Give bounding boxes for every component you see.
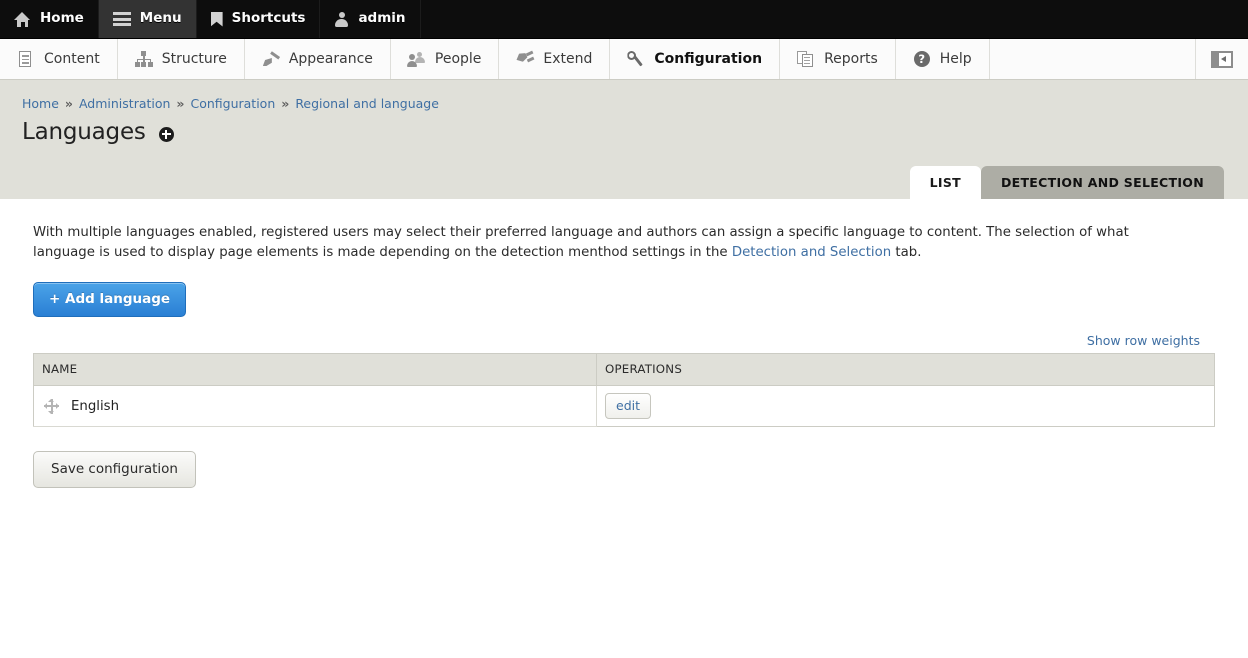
- toolbar-item-admin-label: admin: [358, 10, 406, 27]
- table-row: English edit: [33, 385, 1215, 427]
- toolbar-item-shortcuts[interactable]: Shortcuts: [197, 0, 321, 38]
- toolbar-item-menu[interactable]: Menu: [98, 0, 197, 38]
- page-title-row: Languages: [0, 119, 1248, 145]
- menu-item-help[interactable]: ? Help: [896, 39, 990, 79]
- page-title: Languages: [22, 119, 146, 146]
- table-header-row: NAME OPERATIONS: [33, 353, 1215, 386]
- breadcrumb-link-home[interactable]: Home: [22, 96, 59, 111]
- main-content: With multiple languages enabled, registe…: [0, 223, 1248, 488]
- languages-table-head: NAME OPERATIONS: [33, 353, 1215, 386]
- menu-item-configuration-label: Configuration: [654, 51, 763, 67]
- cell-name: English: [33, 385, 597, 427]
- menu-item-people-label: People: [434, 51, 482, 67]
- admin-toolbar: Home Menu Shortcuts admin: [0, 0, 1248, 39]
- breadcrumb: Home » Administration » Configuration » …: [0, 96, 1248, 112]
- breadcrumb-link-regional-and-language[interactable]: Regional and language: [295, 96, 439, 111]
- plus-circle-icon[interactable]: [158, 126, 174, 142]
- menu-item-configuration[interactable]: Configuration: [610, 39, 781, 79]
- save-configuration-button[interactable]: Save configuration: [33, 451, 196, 488]
- person-icon: [334, 11, 349, 27]
- name-cell-inner: English: [34, 398, 596, 414]
- menu-item-appearance[interactable]: Appearance: [245, 39, 391, 79]
- menu-item-reports[interactable]: Reports: [780, 39, 896, 79]
- hamburger-icon: [112, 12, 131, 26]
- menu-item-help-label: Help: [939, 51, 972, 67]
- show-row-weights-link[interactable]: Show row weights: [1087, 333, 1200, 348]
- breadcrumb-separator: »: [176, 96, 185, 111]
- document-icon: [17, 51, 35, 67]
- plug-icon: [516, 50, 535, 67]
- toolbar-item-menu-label: Menu: [139, 10, 182, 27]
- menu-item-reports-label: Reports: [824, 51, 878, 67]
- people-icon: [406, 51, 426, 67]
- operations-cell-inner: edit: [597, 393, 1214, 419]
- menu-item-structure-label: Structure: [161, 51, 227, 67]
- add-language-button[interactable]: + Add language: [33, 282, 187, 317]
- paintbrush-icon: [262, 51, 280, 67]
- tab-list[interactable]: LIST: [909, 165, 981, 199]
- menu-item-people[interactable]: People: [391, 39, 500, 79]
- menu-item-content-label: Content: [44, 51, 100, 67]
- question-circle-icon: ?: [913, 51, 931, 67]
- toolbar-orientation-toggle[interactable]: [1196, 39, 1248, 79]
- bookmark-icon: [210, 11, 223, 27]
- page-header-band: Home » Administration » Configuration » …: [0, 80, 1248, 199]
- home-icon: [14, 11, 31, 27]
- menu-item-structure[interactable]: Structure: [118, 39, 245, 79]
- intro-text: With multiple languages enabled, registe…: [33, 223, 1188, 263]
- drag-handle-icon[interactable]: [44, 398, 59, 414]
- toolbar-item-home[interactable]: Home: [0, 0, 99, 38]
- reports-icon: [797, 51, 815, 67]
- language-name: English: [71, 398, 120, 414]
- admin-menu-bar: Content Structure Appearance People Exte…: [0, 39, 1248, 80]
- primary-tabs: LIST DETECTION AND SELECTION: [909, 165, 1224, 199]
- menu-bar-spacer: [990, 39, 1196, 79]
- toolbar-item-home-label: Home: [40, 10, 84, 27]
- intro-text-part1: With multiple languages enabled, registe…: [33, 225, 1129, 260]
- menu-item-extend[interactable]: Extend: [499, 39, 611, 79]
- cell-operations: edit: [597, 386, 1215, 427]
- breadcrumb-separator: »: [281, 96, 290, 111]
- column-header-name: NAME: [33, 353, 597, 386]
- row-weights-toggle-wrap: Show row weights: [24, 330, 1224, 349]
- tab-list-label: LIST: [929, 174, 961, 190]
- menu-item-extend-label: Extend: [543, 51, 593, 67]
- breadcrumb-separator: »: [64, 96, 73, 111]
- intro-text-part2: tab.: [891, 245, 922, 260]
- menu-item-appearance-label: Appearance: [288, 51, 373, 67]
- detection-and-selection-link[interactable]: Detection and Selection: [732, 245, 891, 260]
- breadcrumb-link-configuration[interactable]: Configuration: [190, 96, 275, 111]
- edit-button[interactable]: edit: [605, 393, 651, 419]
- toolbar-orientation-toggle-icon: [1211, 50, 1233, 68]
- breadcrumb-link-administration[interactable]: Administration: [79, 96, 170, 111]
- menu-item-content[interactable]: Content: [0, 39, 118, 79]
- column-header-operations: OPERATIONS: [596, 353, 1215, 386]
- wrench-icon: [627, 51, 645, 67]
- toolbar-item-shortcuts-label: Shortcuts: [231, 10, 306, 27]
- languages-table: NAME OPERATIONS English edit: [33, 353, 1215, 427]
- languages-table-body: English edit: [33, 385, 1215, 427]
- tab-detection-and-selection-label: DETECTION AND SELECTION: [1000, 174, 1204, 190]
- tab-detection-and-selection[interactable]: DETECTION AND SELECTION: [980, 165, 1224, 199]
- sitemap-icon: [134, 51, 153, 67]
- toolbar-item-admin-account[interactable]: admin: [320, 0, 421, 38]
